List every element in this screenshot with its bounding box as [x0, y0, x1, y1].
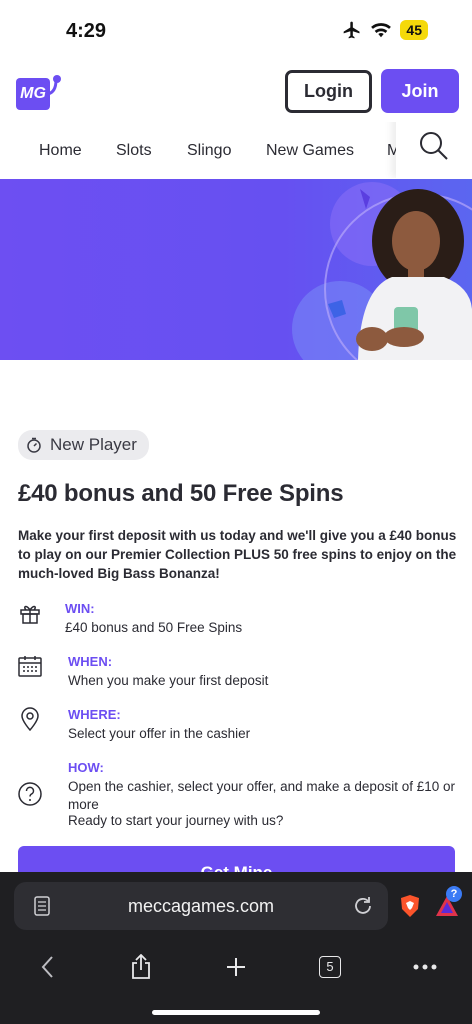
promo-intro: Make your first deposit with us today an… [18, 528, 457, 581]
more-dots-icon [413, 964, 437, 970]
badge-label: New Player [50, 435, 137, 454]
battery-level: 45 [400, 20, 428, 40]
nav-item-home[interactable]: Home [39, 142, 82, 160]
airplane-icon [344, 21, 360, 39]
brave-shields-icon[interactable] [399, 894, 421, 918]
nav-item-slingo[interactable]: Slingo [187, 142, 231, 160]
browser-toolbar: meccagames.com ? 5 [0, 872, 472, 1024]
share-icon [132, 954, 150, 979]
search-icon [420, 132, 448, 160]
detail-where-text: Select your offer in the cashier [68, 726, 251, 741]
rewards-notification-badge: ? [446, 886, 462, 902]
brave-rewards-button[interactable]: ? [434, 886, 464, 918]
mecca-games-logo[interactable]: MG [16, 74, 64, 112]
search-button[interactable] [396, 122, 472, 178]
nav-item-new-games[interactable]: New Games [266, 142, 354, 160]
status-bar: 4:29 45 [0, 0, 472, 62]
join-button[interactable]: Join [381, 69, 459, 113]
share-button[interactable] [126, 952, 156, 982]
reload-icon[interactable] [352, 895, 374, 917]
detail-when-text: When you make your first deposit [68, 673, 269, 688]
question-circle-icon [18, 782, 42, 806]
more-menu-button[interactable] [410, 952, 440, 982]
detail-win-text: £40 bonus and 50 Free Spins [65, 620, 243, 635]
detail-when-title: WHEN: [68, 654, 113, 669]
wifi-icon [371, 23, 392, 38]
gift-icon [20, 605, 40, 624]
detail-how-title: HOW: [68, 760, 104, 775]
home-indicator[interactable] [152, 1010, 320, 1015]
nav-item-slots[interactable]: Slots [116, 142, 152, 160]
new-player-badge: New Player [18, 430, 149, 460]
hero-illustration [292, 182, 472, 360]
logo-antenna-icon [47, 75, 61, 96]
back-button[interactable] [32, 952, 62, 982]
address-bar[interactable]: meccagames.com [14, 882, 388, 930]
chevron-left-icon [41, 956, 53, 978]
status-icons: 45 [342, 20, 428, 40]
tabs-button[interactable]: 5 [315, 952, 345, 982]
stopwatch-icon [27, 437, 41, 453]
location-pin-icon [21, 707, 39, 731]
status-time: 4:29 [66, 20, 107, 42]
tab-count: 5 [319, 956, 341, 978]
promo-headline: £40 bonus and 50 Free Spins [18, 480, 344, 507]
new-tab-button[interactable] [221, 952, 251, 982]
plus-icon [227, 958, 245, 976]
main-nav: Home Slots Slingo New Games M [0, 122, 472, 178]
site-header: MG Login Join [0, 62, 472, 122]
hero-banner [0, 179, 472, 360]
detail-how-text-2: Ready to start your journey with us? [68, 813, 284, 828]
detail-win-title: WIN: [65, 601, 95, 616]
detail-where-title: WHERE: [68, 707, 121, 722]
url-text: meccagames.com [127, 896, 275, 916]
detail-how-text: Open the cashier, select your offer, and… [68, 779, 455, 812]
promo-section: New Player £40 bonus and 50 Free Spins M… [18, 430, 458, 583]
login-button[interactable]: Login [285, 70, 372, 113]
calendar-icon [18, 656, 42, 677]
